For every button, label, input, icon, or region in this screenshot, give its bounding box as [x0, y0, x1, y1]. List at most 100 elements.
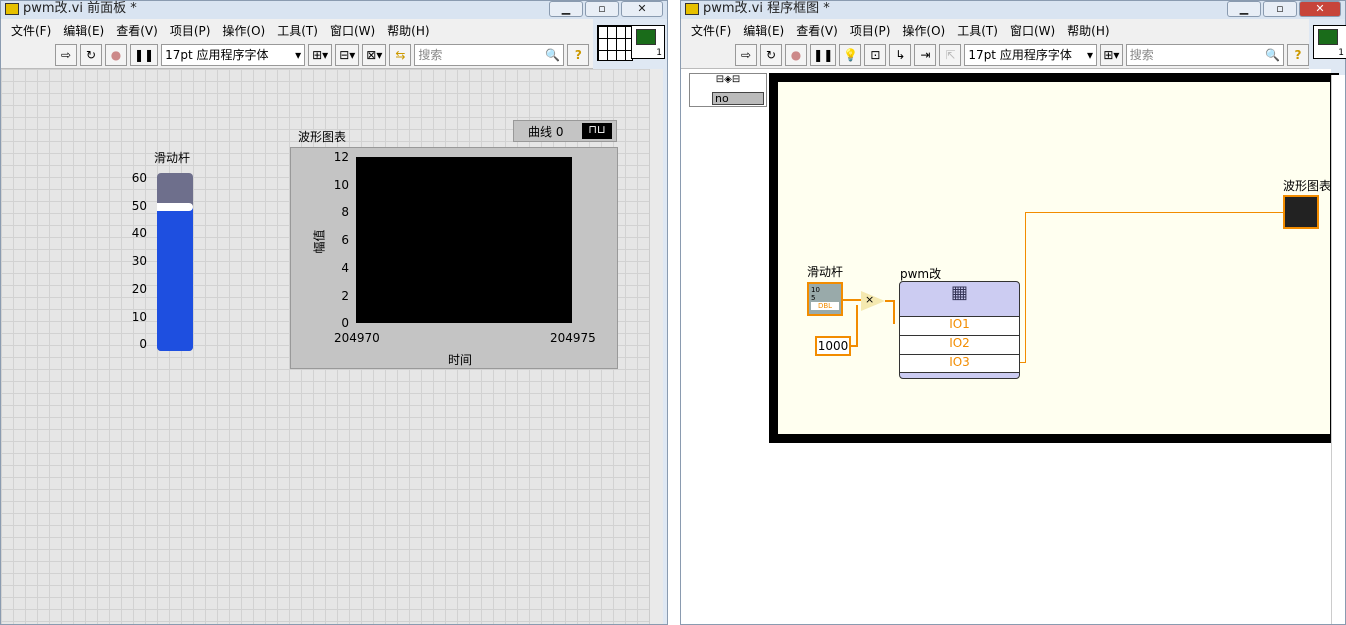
wire[interactable] [1025, 212, 1283, 213]
io1-terminal[interactable]: IO1 [900, 316, 1019, 335]
chevron-down-icon: ▾ [295, 47, 302, 62]
slider-terminal-tick: 5 [811, 294, 816, 302]
menu-operate[interactable]: 操作(O) [218, 22, 273, 39]
run-continuously-icon[interactable]: ↻ [760, 43, 782, 66]
retain-wire-values-icon[interactable]: ⊡ [864, 43, 887, 66]
run-arrow-icon[interactable]: ⇨ [55, 43, 77, 66]
minimize-button[interactable]: ▁ [1227, 1, 1261, 17]
while-loop [769, 73, 1339, 443]
menu-help[interactable]: 帮助(H) [1063, 22, 1117, 39]
window-title: pwm改.vi 前面板 * [23, 1, 137, 16]
labview-icon [5, 3, 19, 15]
menu-tools[interactable]: 工具(T) [273, 22, 326, 39]
help-icon[interactable]: ? [567, 43, 590, 66]
align-icon[interactable]: ⊞▾ [1100, 43, 1123, 66]
wire[interactable] [856, 305, 858, 347]
menu-tools[interactable]: 工具(T) [953, 22, 1006, 39]
y-tick: 6 [341, 233, 349, 248]
toolbar: ⇨ ↻ ● ❚❚ 💡 ⊡ ↳ ⇥ ⇱ 17pt 应用程序字体 ▾ ⊞▾ 搜索 🔍 ? [681, 41, 1309, 69]
menu-window[interactable]: 窗口(W) [326, 22, 383, 39]
close-button[interactable]: ✕ [1299, 1, 1341, 17]
x-tick: 204975 [550, 331, 596, 345]
plot-legend-label: 曲线 0 [528, 124, 564, 139]
search-icon: 🔍 [545, 47, 561, 62]
vi-icon[interactable]: 1 [631, 25, 665, 59]
font-value: 17pt 应用程序字体 [968, 48, 1072, 62]
slider-terminal[interactable]: 10 5 DBL [807, 282, 843, 316]
distribute-icon[interactable]: ⊟▾ [335, 43, 360, 66]
title-bar: pwm改.vi 程序框图 * ▁ ▫ ✕ [681, 1, 1345, 19]
connector-pane[interactable] [597, 25, 633, 61]
io3-terminal[interactable]: IO3 [900, 354, 1019, 372]
menu-operate[interactable]: 操作(O) [898, 22, 953, 39]
abort-icon[interactable]: ● [785, 43, 807, 66]
slider-tick: 0 [139, 337, 147, 352]
menu-edit[interactable]: 编辑(E) [739, 22, 792, 39]
io2-terminal[interactable]: IO2 [900, 335, 1019, 354]
run-arrow-icon[interactable]: ⇨ [735, 43, 757, 66]
menu-project[interactable]: 项目(P) [846, 22, 899, 39]
step-over-icon[interactable]: ⇥ [914, 43, 937, 66]
plot-square-wave-icon: ⊓⊔ [582, 123, 612, 139]
step-into-icon[interactable]: ↳ [889, 43, 912, 66]
slider-thumb[interactable] [157, 202, 193, 211]
expand-chevron-icon[interactable]: ⌄ [900, 372, 1019, 378]
wire[interactable] [893, 300, 895, 324]
minimize-button[interactable]: ▁ [549, 1, 583, 17]
menu-view[interactable]: 查看(V) [112, 22, 166, 39]
pause-icon[interactable]: ❚❚ [130, 43, 159, 66]
y-tick: 0 [341, 316, 349, 331]
reorder-icon[interactable]: ⇆ [389, 43, 412, 66]
font-select[interactable]: 17pt 应用程序字体 ▾ [161, 43, 306, 66]
stop-value[interactable]: no [712, 92, 764, 105]
search-input[interactable]: 搜索 🔍 [414, 43, 565, 66]
subvi-node[interactable]: ▦ IO1 IO2 IO3 ⌄ [899, 281, 1020, 379]
menu-window[interactable]: 窗口(W) [1006, 22, 1063, 39]
pause-icon[interactable]: ❚❚ [810, 43, 837, 66]
abort-icon[interactable]: ● [105, 43, 127, 66]
slider-tick: 60 [131, 171, 147, 185]
slider-tick: 50 [131, 198, 147, 213]
constant-1000[interactable]: 1000 [815, 336, 851, 356]
menu-help[interactable]: 帮助(H) [383, 22, 437, 39]
wire[interactable] [843, 299, 861, 301]
highlight-execution-icon[interactable]: 💡 [839, 43, 862, 66]
font-select[interactable]: 17pt 应用程序字体 ▾ [964, 43, 1098, 66]
run-continuously-icon[interactable]: ↻ [80, 43, 102, 66]
menu-bar: 文件(F) 编辑(E) 查看(V) 项目(P) 操作(O) 工具(T) 窗口(W) 帮助(H) [681, 19, 1309, 41]
align-icon[interactable]: ⊞▾ [308, 43, 333, 66]
sequence-icon: ⊟◈⊟ [715, 74, 741, 85]
slider-label: 滑动杆 [154, 151, 191, 165]
chart-terminal-label: 波形图表 [1283, 179, 1332, 193]
labview-icon [685, 3, 699, 15]
close-button[interactable]: ✕ [621, 1, 663, 17]
toolbar: ⇨ ↻ ● ❚❚ 17pt 应用程序字体 ▾ ⊞▾ ⊟▾ ⊠▾ ⇆ 搜索 🔍 ? [1, 41, 593, 69]
step-out-icon[interactable]: ⇱ [939, 43, 962, 66]
maximize-button[interactable]: ▫ [585, 1, 619, 17]
vertical-slider[interactable] [157, 173, 193, 351]
vertical-scrollbar[interactable] [1331, 75, 1345, 624]
vi-icon[interactable]: 1 [1313, 25, 1346, 59]
subvi-icon: ▦ [950, 282, 968, 303]
maximize-button[interactable]: ▫ [1263, 1, 1297, 17]
wire[interactable] [1025, 212, 1026, 363]
help-icon[interactable]: ? [1287, 43, 1309, 66]
menu-file[interactable]: 文件(F) [7, 22, 59, 39]
plot-legend[interactable]: 曲线 0 ⊓⊔ [513, 120, 617, 142]
waveform-chart-terminal[interactable] [1283, 195, 1319, 229]
menu-view[interactable]: 查看(V) [792, 22, 846, 39]
block-diagram-window: pwm改.vi 程序框图 * ▁ ▫ ✕ 文件(F) 编辑(E) 查看(V) 项目(P) 操… [680, 0, 1346, 625]
menu-project[interactable]: 项目(P) [166, 22, 219, 39]
subvi-label: pwm改 [900, 267, 942, 281]
font-value: 17pt 应用程序字体 [165, 48, 269, 62]
menu-bar: 文件(F) 编辑(E) 查看(V) 项目(P) 操作(O) 工具(T) 窗口(W) 帮助(H) [1, 19, 593, 41]
chevron-down-icon: ▾ [1086, 47, 1094, 62]
project-palette: ⊟◈⊟ no [689, 73, 767, 107]
resize-icon[interactable]: ⊠▾ [362, 43, 387, 66]
menu-file[interactable]: 文件(F) [687, 22, 739, 39]
plot-area[interactable] [356, 157, 572, 323]
vertical-scrollbar[interactable] [649, 69, 663, 624]
search-input[interactable]: 搜索 🔍 [1125, 43, 1284, 66]
menu-edit[interactable]: 编辑(E) [59, 22, 112, 39]
y-tick: 10 [333, 177, 349, 192]
